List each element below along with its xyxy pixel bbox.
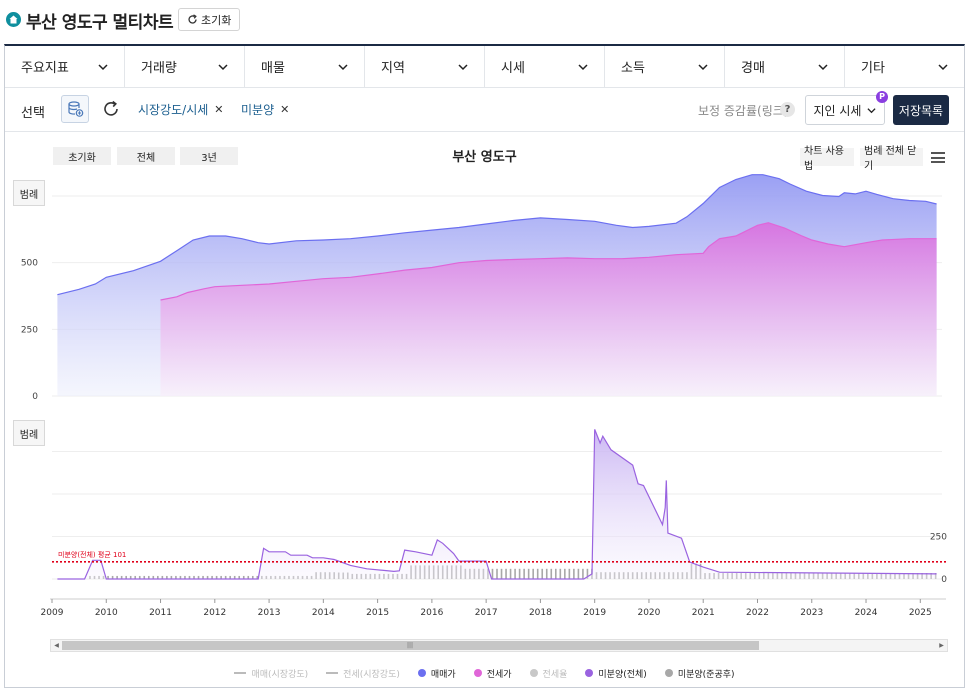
unsold-completed-bar	[568, 568, 571, 579]
top-bar: 부산 영도구 멀티차트 초기화	[0, 0, 977, 40]
x-tick-label: 2010	[95, 608, 118, 618]
unsold-completed-bar	[491, 568, 494, 579]
time-scrollbar[interactable]: ◀ ||| ▶	[50, 639, 948, 652]
legend-marker	[585, 669, 594, 677]
legend-item[interactable]: 전세가	[473, 667, 512, 680]
x-tick-label: 2020	[637, 608, 660, 618]
legend-item[interactable]: 미분양(준공후)	[664, 667, 735, 680]
legend-label: 전세가	[486, 669, 512, 680]
legend-item[interactable]: 전세율	[529, 667, 568, 680]
x-tick-label: 2013	[258, 608, 281, 618]
x-tick-label: 2024	[855, 608, 878, 618]
scroll-right-arrow[interactable]: ▶	[936, 640, 947, 651]
scroll-left-arrow[interactable]: ◀	[51, 640, 62, 651]
x-tick-label: 2017	[475, 608, 498, 618]
scroll-thumb[interactable]: |||	[62, 641, 759, 650]
unsold-completed-bar	[545, 568, 548, 579]
unsold-completed-bar	[577, 568, 580, 579]
unsold-completed-bar	[523, 568, 525, 579]
legend-item[interactable]: 전세(시장강도)	[326, 667, 400, 680]
page-title: 부산 영도구 멀티차트	[26, 13, 174, 33]
legend-label: 매매가	[430, 669, 456, 680]
unsold-completed-bar	[532, 568, 534, 579]
x-tick-label: 2021	[692, 608, 715, 618]
x-tick-label: 2011	[149, 608, 172, 618]
x-tick-label: 2018	[529, 608, 552, 618]
refresh-icon	[188, 14, 197, 24]
unsold-completed-bar	[505, 568, 507, 579]
x-tick-label: 2012	[203, 608, 226, 618]
y-tick-label: 0	[941, 575, 947, 585]
legend-marker	[326, 672, 339, 674]
y-tick-label: 250	[21, 325, 38, 335]
chart-canvas: 0 250 500 0 250 미분양(전체) 평균 101 2009 2010 2011…	[21, 174, 947, 618]
legend-label: 전세(시장강도)	[343, 669, 400, 680]
unsold-completed-bar	[527, 568, 530, 579]
unsold-completed-bar	[500, 568, 503, 579]
reset-all-label: 초기화	[201, 13, 232, 27]
unsold-completed-bar	[550, 568, 553, 579]
legend-item[interactable]: 매매(시장강도)	[234, 667, 308, 680]
unsold-completed-bar	[573, 568, 575, 579]
grip-icon: |||	[407, 642, 414, 649]
unsold-completed-bar	[509, 568, 512, 579]
legend-label: 매매(시장강도)	[251, 669, 309, 680]
unsold-completed-bar	[536, 568, 539, 579]
chart-frame: 주요지표 거래량 매물 지역 시세 소득 경매 기타 선택 시장강도/시세 ✕ 미…	[4, 44, 965, 688]
home-icon[interactable]	[6, 12, 21, 27]
x-tick-label: 2014	[312, 608, 335, 618]
x-tick-label: 2019	[583, 608, 606, 618]
legend-marker	[417, 669, 426, 677]
y-tick-label: 0	[32, 392, 38, 402]
legend-item[interactable]: 매매가	[417, 667, 456, 680]
unsold-completed-bar	[582, 568, 584, 579]
legend-marker	[234, 672, 247, 674]
average-line-label: 미분양(전체) 평균 101	[58, 550, 126, 559]
x-tick-label: 2023	[800, 608, 823, 618]
x-tick-label: 2025	[909, 608, 932, 618]
legend-item[interactable]: 미분양(전체)	[585, 667, 647, 680]
unsold-completed-bar	[514, 568, 516, 579]
legend-label: 전세율	[542, 669, 568, 680]
x-tick-label: 2015	[366, 608, 389, 618]
unsold-completed-bar	[554, 568, 557, 579]
unsold-completed-bar	[496, 568, 498, 579]
y-tick-label: 250	[930, 533, 947, 543]
legend-label: 미분양(전체)	[598, 669, 647, 680]
legend-marker	[529, 669, 538, 677]
unsold-completed-bar	[518, 568, 521, 579]
chart-legend: 매매(시장강도) 전세(시장강도) 매매가 전세가 전세율 미분양(전체) 미분양(준공후)	[5, 663, 964, 683]
legend-marker	[664, 669, 673, 677]
legend-label: 미분양(준공후)	[677, 669, 735, 680]
unsold-completed-bar	[564, 568, 566, 579]
unsold-completed-bar	[559, 568, 562, 579]
reset-all-button[interactable]: 초기화	[178, 8, 241, 31]
y-tick-label: 500	[21, 259, 38, 269]
x-tick-label: 2009	[41, 608, 64, 618]
x-tick-label: 2022	[746, 608, 769, 618]
legend-marker	[473, 669, 482, 677]
unsold-completed-bar	[541, 568, 544, 579]
x-tick-label: 2016	[420, 608, 443, 618]
